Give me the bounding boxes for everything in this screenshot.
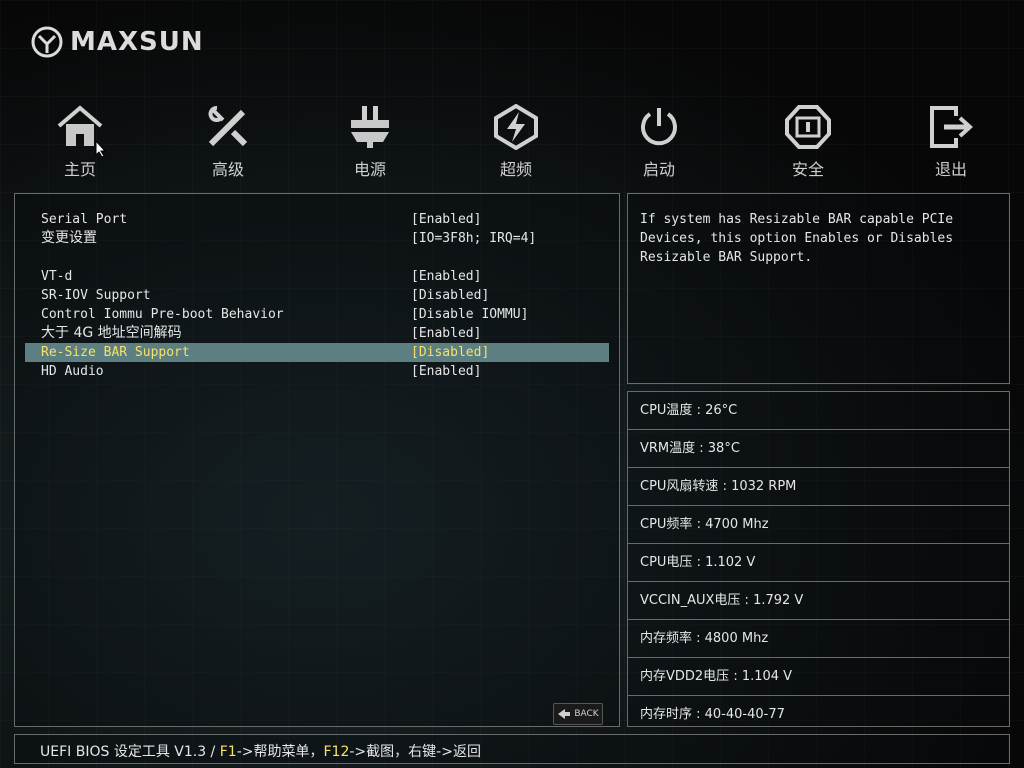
setting-label: SR-IOV Support xyxy=(41,288,151,303)
setting-above-4g-decoding[interactable]: 大于 4G 地址空间解码 [Enabled] xyxy=(25,324,609,343)
exit-icon xyxy=(930,106,973,148)
hw-cpu-voltage: CPU电压 : 1.102 V xyxy=(628,544,1009,582)
hw-mem-freq: 内存频率 : 4800 Mhz xyxy=(628,620,1009,658)
setting-change-settings[interactable]: 变更设置 [IO=3F8h; IRQ=4] xyxy=(25,229,609,248)
setting-hd-audio[interactable]: HD Audio [Enabled] xyxy=(25,362,609,381)
maxsun-emblem-icon xyxy=(31,26,63,58)
hw-value: VCCIN_AUX电压 : 1.792 V xyxy=(640,593,804,608)
setting-value: [Disabled] xyxy=(411,345,490,360)
tab-exit-label: 退出 xyxy=(934,160,967,179)
tab-boot[interactable]: 启动 xyxy=(619,104,699,184)
tab-security[interactable]: 安全 xyxy=(768,104,848,184)
hardware-monitor-panel: CPU温度 : 26°C VRM温度 : 38°C CPU风扇转速 : 1032… xyxy=(627,391,1010,727)
hw-cpu-fan: CPU风扇转速 : 1032 RPM xyxy=(628,468,1009,506)
setting-label: 变更设置 xyxy=(41,230,97,246)
tab-exit[interactable]: 退出 xyxy=(911,104,991,184)
footer-text-help: ->帮助菜单， xyxy=(236,744,324,760)
top-nav: 主页 高级 电源 超频 启动 安全 退出 xyxy=(0,104,1024,184)
hw-mem-vdd2: 内存VDD2电压 : 1.104 V xyxy=(628,658,1009,696)
footer-key-f12: F12 xyxy=(323,744,350,760)
setting-resize-bar[interactable]: Re-Size BAR Support [Disabled] xyxy=(25,343,609,362)
hw-cpu-temp: CPU温度 : 26°C xyxy=(628,392,1009,430)
hw-value: CPU温度 : 26°C xyxy=(640,403,738,418)
setting-value: [Disable IOMMU] xyxy=(411,307,529,322)
settings-panel: Serial Port [Enabled] 变更设置 [IO=3F8h; IRQ… xyxy=(14,193,620,727)
setting-label: HD Audio xyxy=(41,364,104,379)
tools-icon xyxy=(208,106,248,147)
setting-label: Re-Size BAR Support xyxy=(41,345,190,360)
tab-advanced-label: 高级 xyxy=(211,160,244,179)
mouse-cursor-icon xyxy=(95,140,107,158)
setting-vt-d[interactable]: VT-d [Enabled] xyxy=(25,267,609,286)
footer-key-f1: F1 xyxy=(219,744,237,760)
tab-overclock-label: 超频 xyxy=(499,160,532,179)
status-bar: UEFI BIOS 设定工具 V1.3 / F1->帮助菜单，F12->截图，右… xyxy=(14,734,1010,764)
tab-home[interactable]: 主页 xyxy=(40,104,120,184)
tab-power[interactable]: 电源 xyxy=(330,104,410,184)
hw-vccin-aux: VCCIN_AUX电压 : 1.792 V xyxy=(628,582,1009,620)
hw-cpu-freq: CPU频率 : 4700 Mhz xyxy=(628,506,1009,544)
tab-power-label: 电源 xyxy=(353,160,386,179)
setting-value: [IO=3F8h; IRQ=4] xyxy=(411,231,537,246)
setting-label: VT-d xyxy=(41,269,73,284)
setting-label: Control Iommu Pre-boot Behavior xyxy=(41,307,284,322)
setting-value: [Enabled] xyxy=(411,326,482,341)
setting-value: [Enabled] xyxy=(411,212,482,227)
shield-icon xyxy=(785,105,831,149)
footer-text-screenshot: ->截图，右键->返回 xyxy=(349,744,481,760)
setting-label: 大于 4G 地址空间解码 xyxy=(41,325,182,341)
back-button-label: BACK xyxy=(574,709,599,719)
hw-value: 内存VDD2电压 : 1.104 V xyxy=(640,669,793,684)
setting-value: [Enabled] xyxy=(411,269,482,284)
back-button[interactable]: BACK xyxy=(553,703,603,725)
setting-label: Serial Port xyxy=(41,212,128,227)
tab-overclock[interactable]: 超频 xyxy=(476,104,556,184)
footer-hint: UEFI BIOS 设定工具 V1.3 / F1->帮助菜单，F12->截图，右… xyxy=(40,741,481,761)
tab-boot-label: 启动 xyxy=(642,160,675,179)
maxsun-logo: MAXSUN xyxy=(30,26,204,58)
setting-serial-port[interactable]: Serial Port [Enabled] xyxy=(25,210,609,229)
hw-value: CPU电压 : 1.102 V xyxy=(640,555,756,570)
power-button-icon xyxy=(641,108,677,146)
hw-value: CPU频率 : 4700 Mhz xyxy=(640,517,769,532)
hw-value: 内存时序 : 40-40-40-77 xyxy=(640,707,785,722)
hw-value: VRM温度 : 38°C xyxy=(640,441,740,456)
hw-value: 内存频率 : 4800 Mhz xyxy=(640,631,769,646)
back-arrow-icon xyxy=(558,709,571,719)
tab-advanced[interactable]: 高级 xyxy=(188,104,268,184)
hw-vrm-temp: VRM温度 : 38°C xyxy=(628,430,1009,468)
tab-security-label: 安全 xyxy=(791,160,824,179)
setting-iommu-preboot[interactable]: Control Iommu Pre-boot Behavior [Disable… xyxy=(25,305,609,324)
setting-value: [Disabled] xyxy=(411,288,490,303)
setting-sr-iov[interactable]: SR-IOV Support [Disabled] xyxy=(25,286,609,305)
setting-value: [Enabled] xyxy=(411,364,482,379)
overclock-icon xyxy=(494,104,538,150)
hw-value: CPU风扇转速 : 1032 RPM xyxy=(640,479,797,494)
tab-home-label: 主页 xyxy=(63,160,96,179)
footer-prefix: UEFI BIOS 设定工具 V1.3 / xyxy=(40,744,220,760)
help-description: If system has Resizable BAR capable PCIe… xyxy=(640,212,954,265)
hw-mem-timing: 内存时序 : 40-40-40-77 xyxy=(628,696,1009,734)
help-panel: If system has Resizable BAR capable PCIe… xyxy=(627,193,1010,384)
brand-name: MAXSUN xyxy=(70,27,204,57)
power-plug-icon xyxy=(351,106,389,148)
